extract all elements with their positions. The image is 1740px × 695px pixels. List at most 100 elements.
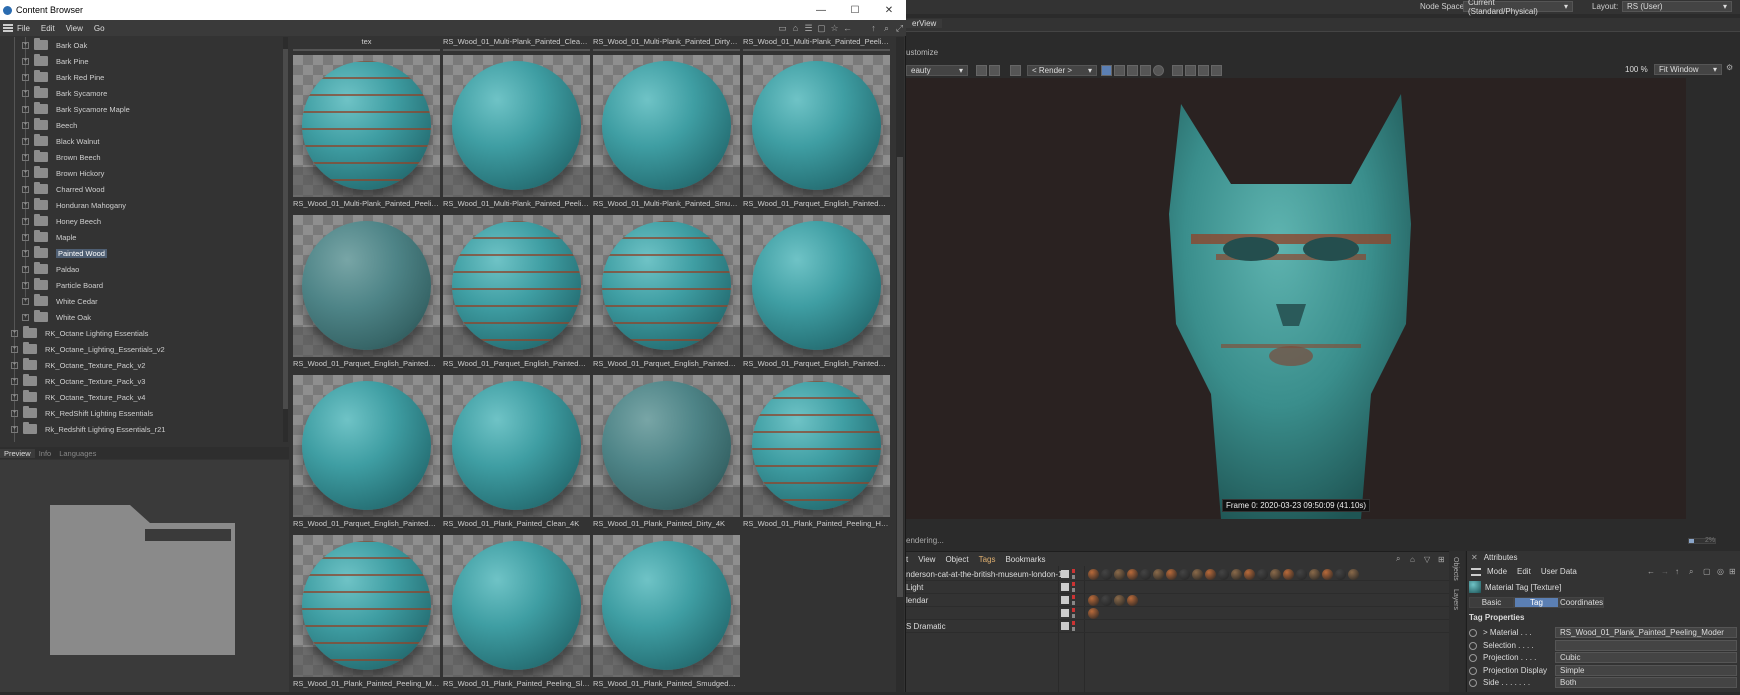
expand-icon[interactable]: + xyxy=(22,201,29,209)
tree-item-bark-red-pine[interactable]: + Bark Red Pine xyxy=(22,69,104,85)
material-tag-icon[interactable] xyxy=(1283,569,1294,580)
tile-label-top[interactable]: RS_Wood_01_Multi-Plank_Painted_Peeling_.… xyxy=(743,37,890,51)
menu-object[interactable]: Object xyxy=(945,555,968,564)
expand-icon[interactable]: + xyxy=(22,313,29,321)
up-arrow-icon[interactable]: ↑ xyxy=(1675,567,1679,576)
back-arrow-icon[interactable]: ← xyxy=(841,22,854,34)
customize-link[interactable]: ustomize xyxy=(906,48,938,57)
zoom-value[interactable]: 100 % xyxy=(1625,65,1648,74)
object-row[interactable]: S Dramatic xyxy=(906,620,1452,633)
tree-item-bark-oak[interactable]: + Bark Oak xyxy=(22,37,87,53)
tile-label-top[interactable]: tex xyxy=(293,37,440,51)
grid-icon[interactable] xyxy=(1114,64,1125,76)
new-window-icon[interactable]: ⊞ xyxy=(1438,555,1445,564)
tree-item-maple[interactable]: + Maple xyxy=(22,229,76,245)
material-tag-icon[interactable] xyxy=(1166,569,1177,580)
render-dots-icon[interactable] xyxy=(1072,595,1075,605)
animate-radio[interactable] xyxy=(1469,666,1477,675)
menu-edit[interactable]: Edit xyxy=(1517,567,1531,576)
material-tile[interactable]: RS_Wood_01_Multi-Plank_Painted_Peeling_.… xyxy=(293,55,440,215)
tree-root-rk-octane-texture-pack-v3[interactable]: + RK_Octane_Texture_Pack_v3 xyxy=(11,373,145,389)
material-tile[interactable]: RS_Wood_01_Plank_Painted_Clean_4K xyxy=(443,375,590,535)
material-tag-icon[interactable] xyxy=(1296,569,1307,580)
history-icon[interactable] xyxy=(1211,64,1222,76)
visibility-checkbox[interactable] xyxy=(1061,570,1069,578)
expand-icon[interactable]: + xyxy=(22,105,29,113)
expand-icon[interactable]: + xyxy=(22,153,29,161)
lock-icon[interactable]: ▢ xyxy=(1703,567,1711,576)
new-window-icon[interactable]: ⊞ xyxy=(1729,567,1736,576)
animate-radio[interactable] xyxy=(1469,654,1477,662)
filter-icon[interactable]: ☰ xyxy=(802,22,815,34)
material-tag-icon[interactable] xyxy=(1192,569,1203,580)
tree-item-honduran-mahogany[interactable]: + Honduran Mahogany xyxy=(22,197,126,213)
material-tile[interactable]: RS_Wood_01_Multi-Plank_Painted_Smudg... xyxy=(593,55,740,215)
menu-view[interactable]: View xyxy=(918,555,935,564)
menu-file[interactable]: File xyxy=(17,24,30,33)
object-row[interactable]: lendar xyxy=(906,594,1452,607)
expand-icon[interactable]: + xyxy=(11,329,18,337)
material-tag-icon[interactable] xyxy=(1348,569,1359,580)
expand-icon[interactable]: + xyxy=(22,185,29,193)
tree-root-rk-octane-texture-pack-v2[interactable]: + RK_Octane_Texture_Pack_v2 xyxy=(11,357,145,373)
copy-icon[interactable] xyxy=(1185,64,1196,76)
layout-select[interactable]: RS (User) ▾ xyxy=(1622,1,1732,12)
material-tag-icon[interactable] xyxy=(1140,569,1151,580)
sphere-icon[interactable] xyxy=(1153,64,1164,76)
property-row[interactable]: Projection . . . . Cubic xyxy=(1469,652,1739,664)
menu-view[interactable]: View xyxy=(66,24,83,33)
material-tag-icon[interactable] xyxy=(1088,595,1099,606)
fit-window-select[interactable]: Fit Window ▾ xyxy=(1654,64,1722,75)
expand-icon[interactable]: + xyxy=(11,377,18,385)
expand-icon[interactable]: + xyxy=(11,393,18,401)
expand-icon[interactable]: + xyxy=(22,265,29,273)
property-row[interactable]: Selection . . . . xyxy=(1469,639,1739,652)
tree-item-painted-wood[interactable]: + Painted Wood xyxy=(22,245,107,261)
expand-icon[interactable]: ⤢ xyxy=(893,22,906,34)
hamburger-icon[interactable] xyxy=(1471,567,1481,576)
tree-root-rk-octane-texture-pack-v4[interactable]: + RK_Octane_Texture_Pack_v4 xyxy=(11,389,145,405)
tree-item-brown-hickory[interactable]: + Brown Hickory xyxy=(22,165,104,181)
tree-scrollbar[interactable] xyxy=(283,37,288,442)
tab-render-view[interactable]: erView xyxy=(906,19,943,28)
target-icon[interactable]: ◎ xyxy=(1717,567,1724,576)
expand-icon[interactable]: + xyxy=(11,409,18,417)
material-tag-icon[interactable] xyxy=(1244,569,1255,580)
property-value[interactable]: Both xyxy=(1555,677,1737,688)
material-tag-icon[interactable] xyxy=(1218,569,1229,580)
render-canvas[interactable]: Frame 0: 2020-03-23 09:50:09 (41.10s) xyxy=(906,78,1686,519)
tree-item-bark-sycamore[interactable]: + Bark Sycamore xyxy=(22,85,107,101)
tree-item-honey-beech[interactable]: + Honey Beech xyxy=(22,213,101,229)
settings-icon[interactable] xyxy=(989,64,1000,76)
animate-radio[interactable] xyxy=(1469,629,1477,637)
expand-icon[interactable]: + xyxy=(22,89,29,97)
menu-go[interactable]: Go xyxy=(94,24,105,33)
lock-icon[interactable] xyxy=(1101,64,1112,76)
material-tag-icon[interactable] xyxy=(1335,569,1346,580)
material-tile[interactable]: RS_Wood_01_Parquet_English_Painted_Dirt.… xyxy=(293,215,440,375)
property-value[interactable]: Simple xyxy=(1555,664,1737,676)
star-icon[interactable]: ☆ xyxy=(828,22,841,34)
tab-layers[interactable]: Layers xyxy=(1452,589,1459,610)
material-tag-icon[interactable] xyxy=(1088,569,1099,580)
gear-icon[interactable]: ⚙ xyxy=(1726,63,1733,72)
menu-tags[interactable]: Tags xyxy=(979,555,996,564)
expand-icon[interactable]: + xyxy=(11,425,18,433)
menu-bookmarks[interactable]: Bookmarks xyxy=(1005,555,1045,564)
snapshot-icon[interactable] xyxy=(1127,64,1138,76)
material-tag-icon[interactable] xyxy=(1127,595,1138,606)
home-icon[interactable]: ⌂ xyxy=(789,22,802,34)
tree-item-black-walnut[interactable]: + Black Walnut xyxy=(22,133,100,149)
tab-coordinates[interactable]: Coordinates xyxy=(1559,597,1604,608)
tree-item-bark-pine[interactable]: + Bark Pine xyxy=(22,53,89,69)
material-tile[interactable]: RS_Wood_01_Plank_Painted_Peeling_Slight.… xyxy=(443,535,590,695)
up-arrow-icon[interactable]: ↑ xyxy=(867,22,880,34)
minimize-button[interactable]: — xyxy=(806,0,836,20)
material-tag-icon[interactable] xyxy=(1127,569,1138,580)
render-dots-icon[interactable] xyxy=(1072,621,1075,631)
tree-item-paldao[interactable]: + Paldao xyxy=(22,261,79,277)
material-tile[interactable]: RS_Wood_01_Plank_Painted_Peeling_Mode... xyxy=(293,535,440,695)
object-row[interactable]: Light xyxy=(906,581,1452,594)
node-space-select[interactable]: Current (Standard/Physical) ▾ xyxy=(1463,0,1573,16)
menu-mode[interactable]: Mode xyxy=(1487,567,1507,576)
